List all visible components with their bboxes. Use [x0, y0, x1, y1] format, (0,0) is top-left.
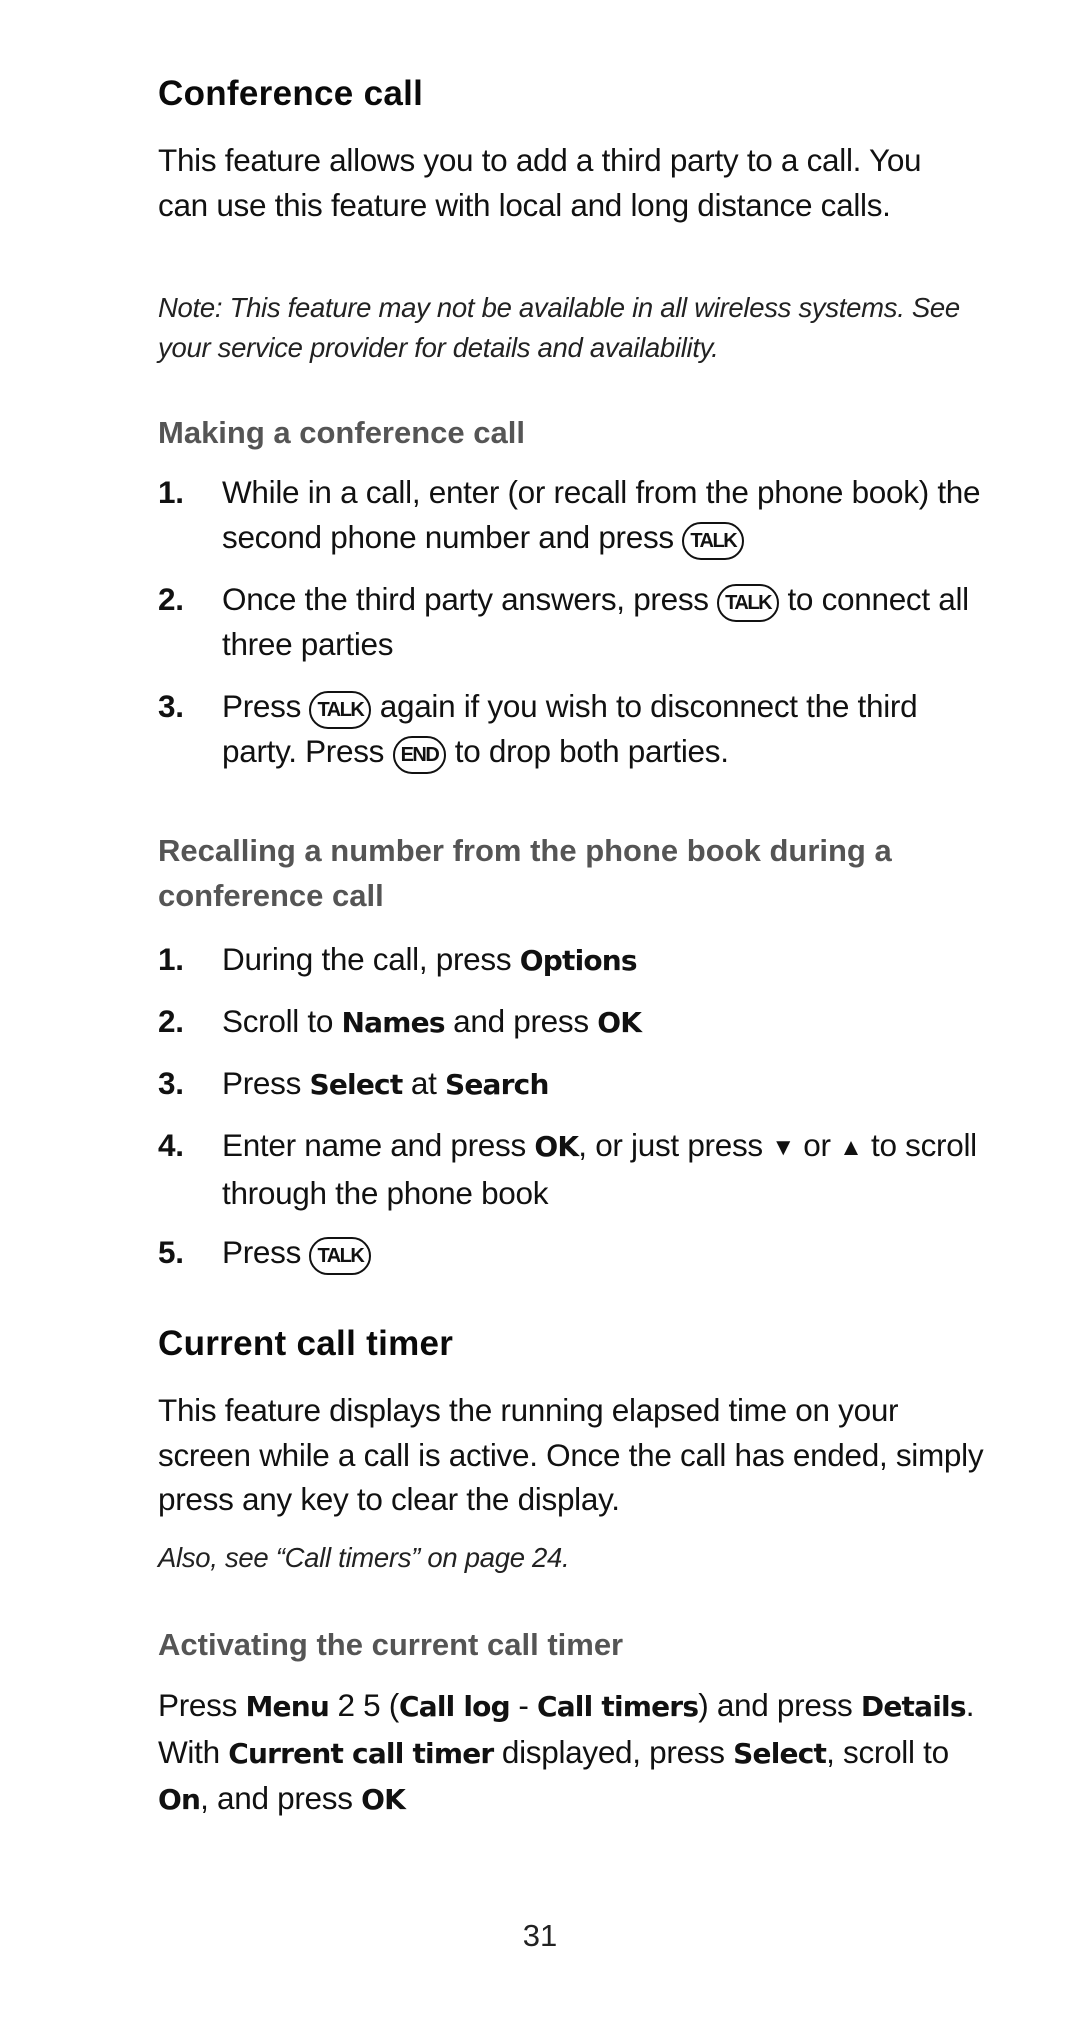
- list-item: 5. Press TALK: [158, 1230, 988, 1275]
- end-key-icon: END: [392, 736, 447, 774]
- talk-key-icon: TALK: [309, 691, 372, 729]
- list-item: 2. Scroll to Names and press OK: [158, 999, 988, 1044]
- scroll-up-icon: ▲: [839, 1134, 863, 1161]
- section-title-conference-call: Conference call: [158, 74, 424, 113]
- page-number: 31: [522, 1918, 558, 1953]
- step-text: Enter name and press OK, or just press ▼…: [222, 1127, 977, 1211]
- softkey-label: OK: [597, 1006, 642, 1039]
- section-title-current-call-timer: Current call timer: [158, 1324, 454, 1363]
- talk-key-icon: TALK: [717, 584, 780, 622]
- scroll-down-icon: ▼: [771, 1134, 795, 1161]
- step-text: Press Select at Search: [222, 1065, 549, 1101]
- list-item: 3. Press TALK again if you wish to disco…: [158, 684, 988, 774]
- softkey-label: Options: [519, 944, 638, 977]
- step-number: 1.: [158, 941, 184, 977]
- timer-cross-reference: Also, see “Call timers” on page 24.: [158, 1542, 570, 1573]
- menu-item-label: Search: [445, 1068, 549, 1101]
- list-item: 1. During the call, press Options: [158, 937, 988, 982]
- talk-key-icon: TALK: [309, 1237, 372, 1275]
- list-item: 3. Press Select at Search: [158, 1061, 988, 1106]
- step-number: 3.: [158, 688, 184, 724]
- timer-intro: This feature displays the running elapse…: [158, 1392, 984, 1517]
- list-item: 2. Once the third party answers, press T…: [158, 577, 988, 667]
- list-item: 1. While in a call, enter (or recall fro…: [158, 470, 988, 560]
- softkey-label: OK: [534, 1130, 579, 1163]
- menu-item-label: Names: [341, 1006, 446, 1039]
- conference-note: Note: This feature may not be available …: [158, 292, 960, 363]
- activating-instructions: Press Menu 2 5 (Call log - Call timers) …: [158, 1687, 975, 1816]
- step-number: 3.: [158, 1065, 184, 1101]
- step-text: Once the third party answers, press TALK…: [222, 581, 969, 662]
- conference-intro: This feature allows you to add a third p…: [158, 142, 922, 223]
- step-text: Scroll to Names and press OK: [222, 1003, 642, 1039]
- step-text: Press TALK again if you wish to disconne…: [222, 684, 992, 774]
- subsection-title-recalling: Recalling a number from the phone book d…: [158, 833, 892, 913]
- list-item: 4. Enter name and press OK, or just pres…: [158, 1123, 988, 1213]
- subsection-title-activating: Activating the current call timer: [158, 1627, 624, 1662]
- step-number: 1.: [158, 474, 184, 510]
- talk-key-icon: TALK: [682, 521, 745, 560]
- softkey-label: Select: [309, 1068, 403, 1101]
- subsection-title-making: Making a conference call: [158, 415, 525, 450]
- step-number: 2.: [158, 1003, 184, 1039]
- step-number: 2.: [158, 581, 184, 617]
- step-number: 5.: [158, 1234, 184, 1270]
- step-text: Press TALK: [222, 1230, 992, 1275]
- step-number: 4.: [158, 1127, 184, 1163]
- step-text: While in a call, enter (or recall from t…: [222, 470, 992, 560]
- step-text: During the call, press Options: [222, 941, 638, 977]
